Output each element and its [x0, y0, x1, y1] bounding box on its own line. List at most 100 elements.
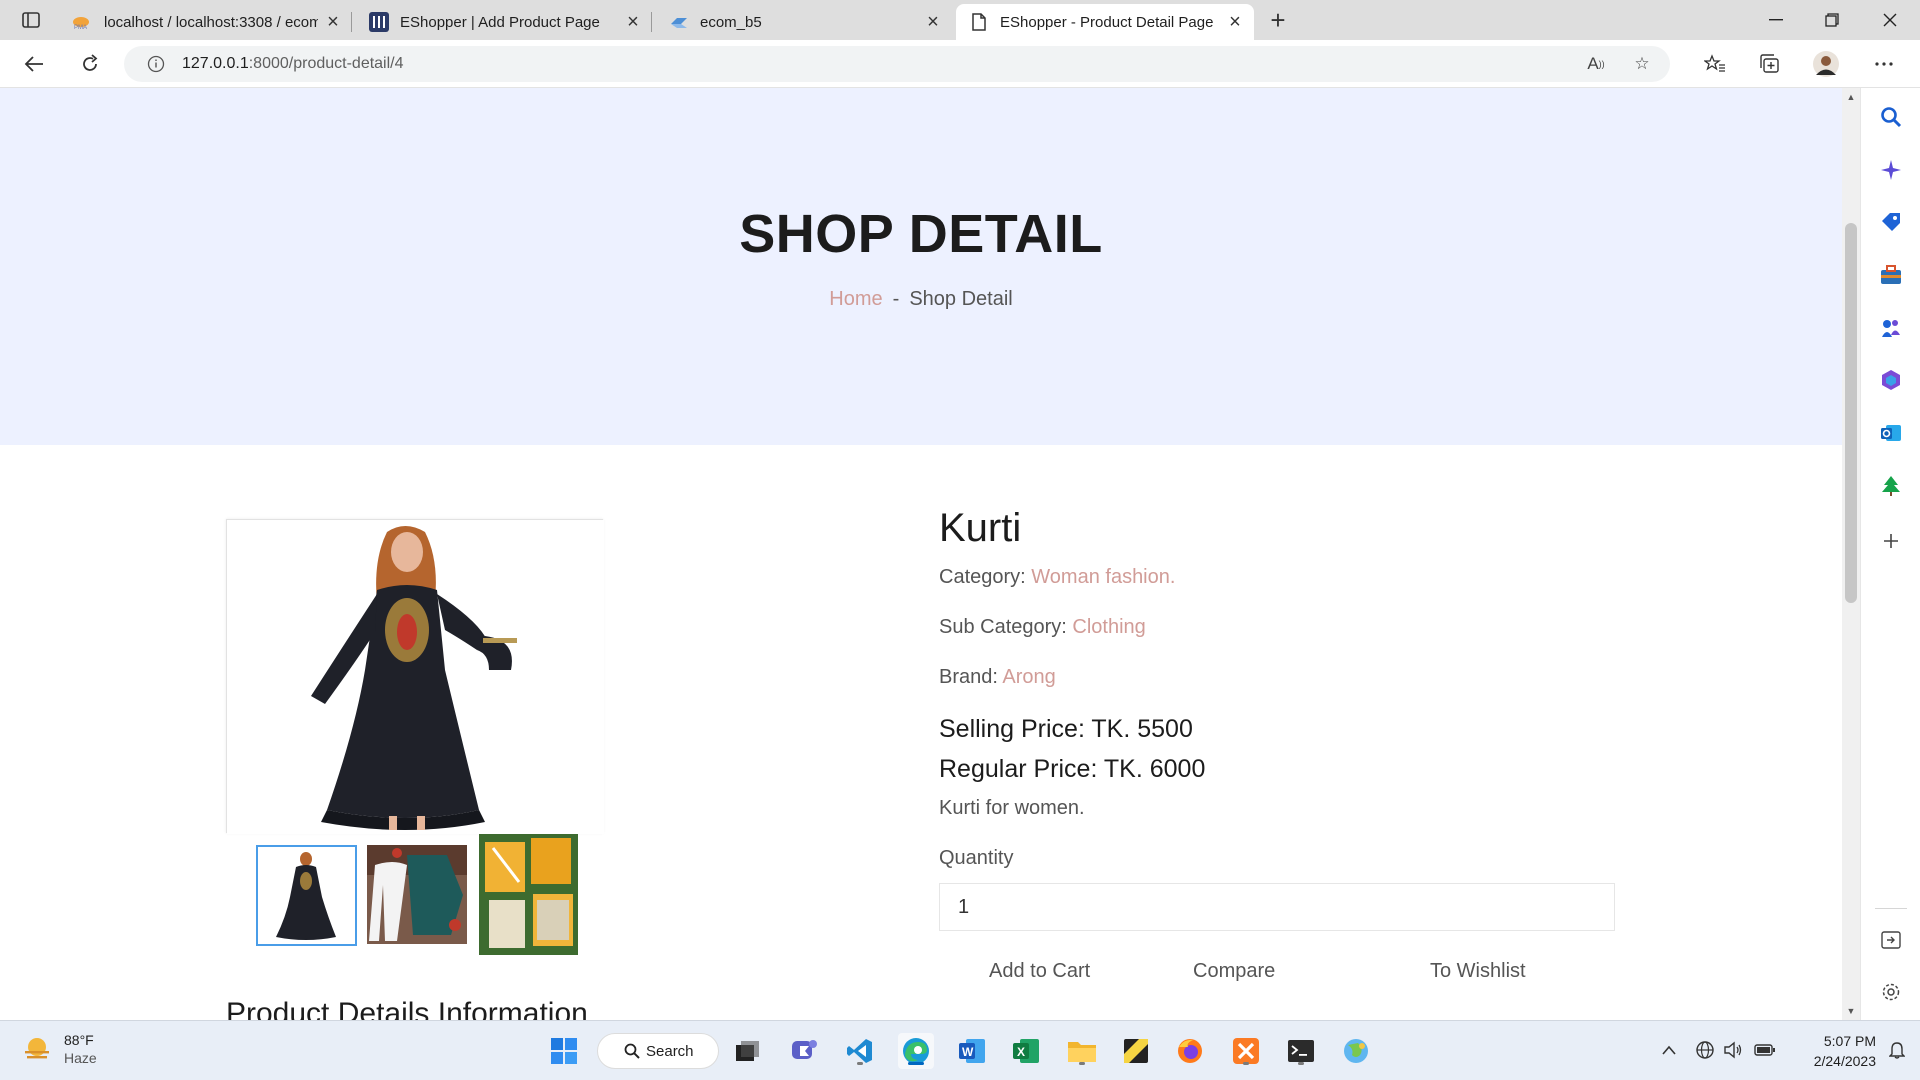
- battery-icon[interactable]: [1754, 1039, 1776, 1061]
- language-globe-icon[interactable]: [1694, 1039, 1716, 1061]
- product-thumbnail-3[interactable]: [479, 834, 578, 955]
- breadcrumb-separator: -: [892, 288, 900, 310]
- add-to-wishlist-button[interactable]: To Wishlist: [1430, 960, 1526, 983]
- subcategory-link[interactable]: Clothing: [1072, 616, 1145, 638]
- back-icon[interactable]: [18, 48, 50, 80]
- weather-widget[interactable]: 88°F Haze: [22, 1031, 97, 1067]
- tab-close-icon[interactable]: ×: [924, 11, 942, 33]
- tab-close-icon[interactable]: ×: [324, 11, 342, 33]
- svg-text:PMA: PMA: [74, 25, 87, 30]
- taskbar-clock[interactable]: 5:07 PM 2/24/2023: [1814, 1031, 1876, 1071]
- product-description: Kurti for women.: [939, 797, 1085, 819]
- minimize-icon[interactable]: [1748, 0, 1804, 40]
- page-scrollbar[interactable]: ▲ ▼: [1842, 88, 1860, 1020]
- shopping-tag-icon[interactable]: [1879, 210, 1903, 234]
- close-window-icon[interactable]: [1862, 0, 1918, 40]
- site-info-icon[interactable]: [146, 54, 166, 74]
- search-icon[interactable]: [1879, 105, 1903, 129]
- read-aloud-icon[interactable]: A)): [1584, 52, 1608, 76]
- page-header-banner: SHOP DETAIL Home - Shop Detail: [0, 88, 1842, 445]
- product-thumbnail-2[interactable]: [367, 845, 467, 944]
- add-to-cart-button[interactable]: Add to Cart: [989, 960, 1090, 983]
- word-app-icon[interactable]: W: [954, 1033, 990, 1069]
- windows-taskbar: 88°F Haze Search W X 5:07 PM 2/24/2023: [0, 1020, 1920, 1080]
- url-text[interactable]: 127.0.0.1:8000/product-detail/4: [182, 55, 404, 73]
- teams-chat-icon[interactable]: [786, 1033, 822, 1069]
- add-favorite-icon[interactable]: ☆: [1630, 52, 1654, 76]
- volume-icon[interactable]: [1722, 1039, 1744, 1061]
- start-windows-icon[interactable]: [546, 1033, 582, 1069]
- vscode-app-icon[interactable]: [842, 1033, 878, 1069]
- microsoft-365-icon[interactable]: [1879, 368, 1903, 392]
- scrollbar-thumb[interactable]: [1845, 223, 1857, 603]
- terminal-icon[interactable]: [1283, 1033, 1319, 1069]
- tree-icon[interactable]: [1879, 474, 1903, 498]
- product-main-image[interactable]: [226, 519, 604, 834]
- clock-date: 2/24/2023: [1813, 1053, 1876, 1069]
- settings-gear-icon[interactable]: [1879, 980, 1903, 1004]
- search-icon: [624, 1043, 640, 1059]
- selling-price: Selling Price: TK. 5500: [939, 715, 1193, 743]
- tab-phpmyadmin[interactable]: PMA localhost / localhost:3308 / ecom ×: [60, 4, 352, 40]
- tab-ecom-b5[interactable]: ecom_b5 ×: [656, 4, 952, 40]
- show-hidden-icons-chevron-up-icon[interactable]: [1658, 1039, 1680, 1061]
- refresh-icon[interactable]: [74, 48, 106, 80]
- product-category-row: Category: Woman fashion.: [939, 566, 1176, 588]
- new-tab-icon[interactable]: +: [1262, 5, 1294, 35]
- page-title: SHOP DETAIL: [739, 204, 1103, 264]
- network-globe-app-icon[interactable]: [1338, 1033, 1374, 1069]
- browser-tab-strip: PMA localhost / localhost:3308 / ecom × …: [0, 0, 1920, 40]
- brand-link[interactable]: Arong: [1002, 666, 1055, 688]
- excel-app-icon[interactable]: X: [1008, 1033, 1044, 1069]
- product-thumbnail-1[interactable]: [256, 845, 357, 946]
- vscode-tab-icon: [668, 12, 690, 32]
- outlook-icon[interactable]: [1879, 421, 1903, 445]
- firefox-icon[interactable]: [1172, 1033, 1208, 1069]
- compare-button[interactable]: Compare: [1193, 960, 1275, 983]
- quantity-input[interactable]: [939, 883, 1615, 931]
- profile-avatar[interactable]: [1812, 50, 1840, 78]
- notification-bell-icon[interactable]: [1886, 1039, 1908, 1061]
- xampp-icon[interactable]: [1228, 1033, 1264, 1069]
- tools-briefcase-icon[interactable]: [1879, 263, 1903, 287]
- browser-toolbar: 127.0.0.1:8000/product-detail/4 A)) ☆: [0, 40, 1920, 88]
- product-subcategory-row: Sub Category: Clothing: [939, 616, 1146, 638]
- product-brand-row: Brand: Arong: [939, 666, 1056, 688]
- regular-price: Regular Price: TK. 6000: [939, 755, 1206, 783]
- product-name: Kurti: [939, 506, 1022, 550]
- taskbar-search-box[interactable]: Search: [597, 1033, 719, 1069]
- address-bar[interactable]: 127.0.0.1:8000/product-detail/4 A)) ☆: [124, 46, 1670, 82]
- site-logo-icon: [368, 12, 390, 32]
- category-link[interactable]: Woman fashion.: [1031, 566, 1175, 588]
- file-explorer-icon[interactable]: [1064, 1033, 1100, 1069]
- hide-sidebar-icon[interactable]: [1879, 928, 1903, 952]
- favorites-icon[interactable]: [1701, 50, 1729, 78]
- add-sidebar-app-icon[interactable]: [1879, 529, 1903, 553]
- copilot-sparkle-icon[interactable]: [1879, 158, 1903, 182]
- sidebar-divider: [1875, 908, 1907, 909]
- quantity-label: Quantity: [939, 847, 1014, 869]
- scroll-down-arrow-icon[interactable]: ▼: [1846, 1006, 1856, 1016]
- page-viewport: SHOP DETAIL Home - Shop Detail Kurti Cat…: [0, 88, 1842, 1020]
- tab-add-product[interactable]: EShopper | Add Product Page ×: [356, 4, 652, 40]
- tab-actions-menu-icon[interactable]: [14, 8, 48, 32]
- weather-condition: Haze: [64, 1050, 97, 1066]
- tab-close-icon[interactable]: ×: [624, 11, 642, 33]
- page-icon: [968, 12, 990, 32]
- svg-text:W: W: [962, 1045, 974, 1059]
- clock-time: 5:07 PM: [1823, 1033, 1876, 1049]
- tab-product-detail[interactable]: EShopper - Product Detail Page ×: [956, 4, 1254, 40]
- weather-temperature: 88°F: [64, 1032, 94, 1048]
- restore-icon[interactable]: [1804, 0, 1860, 40]
- phpmyadmin-icon: PMA: [72, 12, 94, 32]
- tab-close-icon[interactable]: ×: [1226, 11, 1244, 33]
- scroll-up-arrow-icon[interactable]: ▲: [1846, 92, 1856, 102]
- games-icon[interactable]: [1879, 316, 1903, 340]
- task-view-icon[interactable]: [730, 1033, 766, 1069]
- more-menu-icon[interactable]: [1870, 50, 1898, 78]
- breadcrumb-home-link[interactable]: Home: [829, 288, 882, 310]
- edge-browser-icon[interactable]: [898, 1033, 934, 1069]
- edge-sidebar: [1860, 88, 1920, 1020]
- collections-icon[interactable]: [1756, 50, 1784, 78]
- sticky-notes-icon[interactable]: [1118, 1033, 1154, 1069]
